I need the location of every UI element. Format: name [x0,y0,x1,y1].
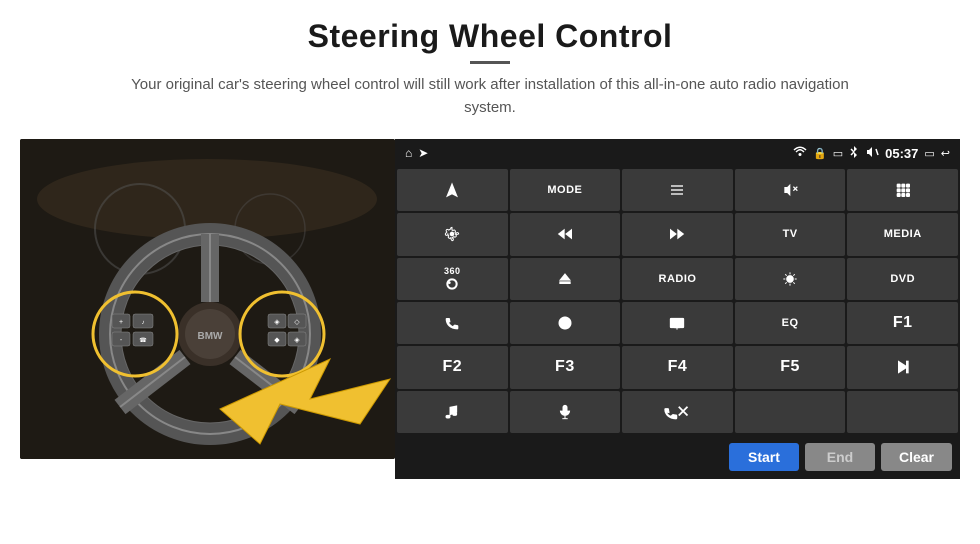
nav-button[interactable] [397,169,508,211]
svg-text:◇: ◇ [294,319,300,326]
mode-button[interactable]: MODE [510,169,621,211]
empty-btn-1[interactable] [735,391,846,433]
lock-icon: 🔒 [813,147,827,160]
list-button[interactable] [622,169,733,211]
svg-text:◈: ◈ [294,337,300,344]
mic-button[interactable] [510,391,621,433]
prev-button[interactable] [510,213,621,255]
clock: 05:37 [885,146,918,161]
svg-text:◆: ◆ [274,337,280,344]
screen-button[interactable] [622,302,733,344]
apps-button[interactable] [847,169,958,211]
status-left: ⌂ ➤ [405,146,428,160]
phone-button[interactable] [397,302,508,344]
tv-button[interactable]: TV [735,213,846,255]
eq-button[interactable]: EQ [735,302,846,344]
eject-button[interactable] [510,258,621,300]
svg-text:+: + [119,319,123,326]
title-section: Steering Wheel Control Your original car… [130,18,850,133]
steering-wheel-image: BMW + - ♪ [20,139,395,459]
page-title: Steering Wheel Control [130,18,850,55]
svg-text:◈: ◈ [274,319,280,326]
f3-button[interactable]: F3 [510,346,621,388]
volume-icon [865,146,879,161]
svg-text:♪: ♪ [142,320,145,326]
content-area: BMW + - ♪ [20,139,960,479]
wifi-icon [793,146,807,161]
clear-button[interactable]: Clear [881,443,952,471]
call-icon-button[interactable] [622,391,733,433]
start-button[interactable]: Start [729,443,799,471]
button-grid: MODE TV [395,167,960,435]
next-button[interactable] [622,213,733,255]
back-icon[interactable]: ↩ [941,147,950,160]
svg-text:BMW: BMW [198,331,224,342]
brightness-button[interactable] [735,258,846,300]
browser-button[interactable] [510,302,621,344]
settings-button[interactable] [397,213,508,255]
navigate-icon[interactable]: ➤ [418,146,428,160]
sd-icon: ▭ [833,147,843,160]
home-icon[interactable]: ⌂ [405,146,412,160]
f4-button[interactable]: F4 [622,346,733,388]
action-bar: Start End Clear [395,435,960,479]
media-button[interactable]: MEDIA [847,213,958,255]
page-container: Steering Wheel Control Your original car… [0,0,980,544]
control-panel: ⌂ ➤ 🔒 ▭ 05:37 ▭ [395,139,960,479]
music-button[interactable] [397,391,508,433]
radio-button[interactable]: RADIO [622,258,733,300]
mute-button[interactable] [735,169,846,211]
dvd-button[interactable]: DVD [847,258,958,300]
empty-btn-2[interactable] [847,391,958,433]
screen-icon: ▭ [924,147,934,160]
f2-button[interactable]: F2 [397,346,508,388]
title-divider [470,61,510,64]
status-right: 🔒 ▭ 05:37 ▭ ↩ [793,145,950,162]
steering-wheel-svg: BMW + - ♪ [20,139,395,459]
end-button[interactable]: End [805,443,875,471]
bluetooth-icon [849,145,859,162]
cam360-button[interactable]: 360 [397,258,508,300]
subtitle: Your original car's steering wheel contr… [130,74,850,119]
f1-button[interactable]: F1 [847,302,958,344]
f5-button[interactable]: F5 [735,346,846,388]
playpause-button[interactable] [847,346,958,388]
status-bar: ⌂ ➤ 🔒 ▭ 05:37 ▭ [395,139,960,167]
svg-text:☎: ☎ [139,337,147,344]
